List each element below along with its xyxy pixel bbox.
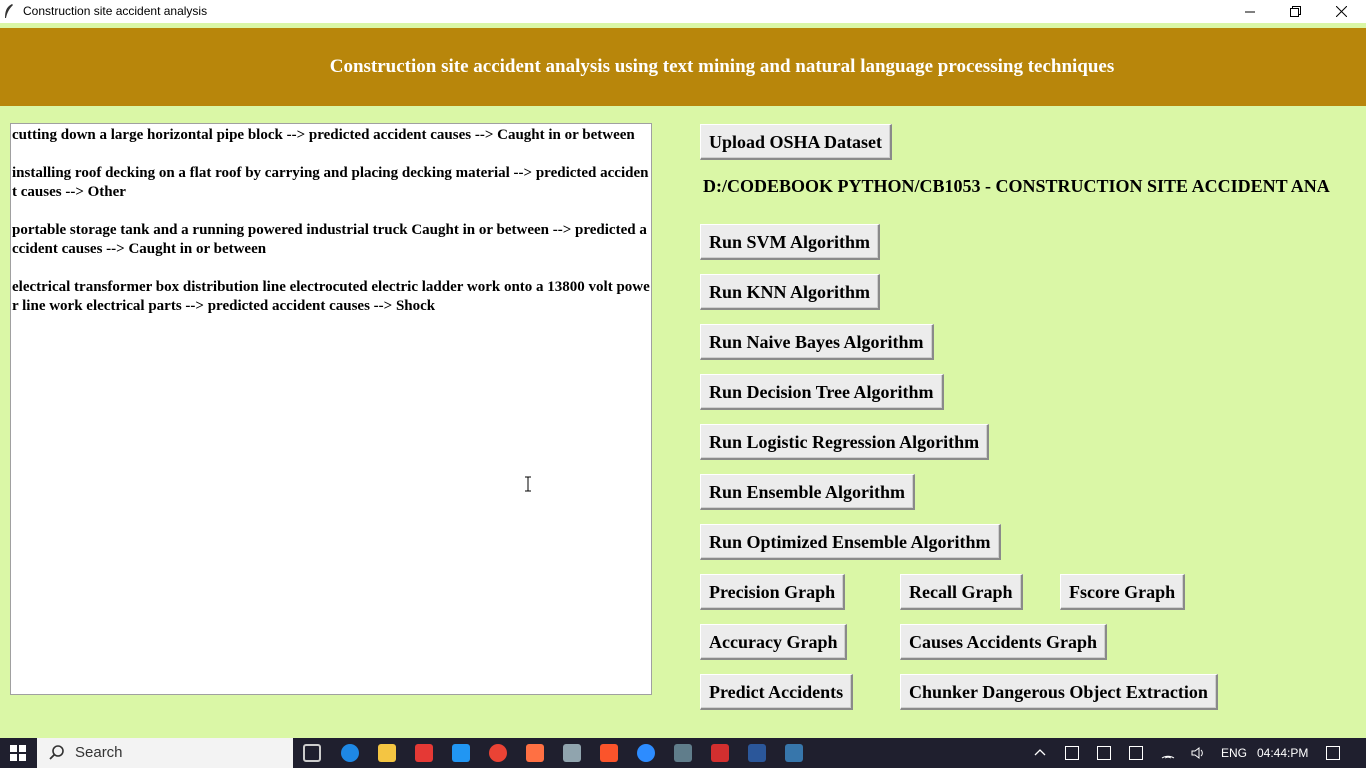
run-logistic-regression-button[interactable]: Run Logistic Regression Algorithm (700, 424, 990, 460)
feather-icon (5, 4, 13, 18)
meet-icon[interactable] (1097, 746, 1111, 760)
taskbar: Search ENG 04:44:PM (0, 738, 1366, 768)
window-titlebar: Construction site accident analysis (0, 0, 1366, 23)
windows-logo-icon (10, 745, 26, 761)
wifi-icon[interactable] (1161, 746, 1175, 760)
chunker-extraction-button[interactable]: Chunker Dangerous Object Extraction (900, 674, 1218, 710)
fscore-graph-button[interactable]: Fscore Graph (1060, 574, 1186, 610)
edge-icon[interactable] (341, 744, 359, 762)
volume-icon[interactable] (1191, 746, 1205, 760)
minimize-button[interactable] (1227, 0, 1273, 23)
output-line: electrical transformer box distribution … (12, 279, 650, 314)
run-knn-button[interactable]: Run KNN Algorithm (700, 274, 881, 310)
chrome-icon[interactable] (489, 744, 507, 762)
pdf-icon[interactable] (711, 744, 729, 762)
clock[interactable]: 04:44:PM (1257, 746, 1308, 760)
output-line: installing roof decking on a flat roof b… (12, 165, 649, 200)
predict-accidents-button[interactable]: Predict Accidents (700, 674, 854, 710)
window-title: Construction site accident analysis (23, 4, 208, 18)
brave-icon[interactable] (600, 744, 618, 762)
python-icon[interactable] (785, 744, 803, 762)
run-svm-button[interactable]: Run SVM Algorithm (700, 224, 881, 260)
word-icon[interactable] (748, 744, 766, 762)
remote-desktop-icon[interactable] (674, 744, 692, 762)
chevron-up-icon[interactable] (1033, 746, 1047, 760)
search-app-icon[interactable] (526, 744, 544, 762)
page-title: Construction site accident analysis usin… (329, 56, 1115, 77)
app-icon[interactable] (563, 744, 581, 762)
close-button[interactable] (1318, 0, 1364, 23)
precision-graph-button[interactable]: Precision Graph (700, 574, 846, 610)
output-line: portable storage tank and a running powe… (12, 222, 647, 257)
minimize-icon (1245, 11, 1255, 12)
store-icon[interactable] (415, 744, 433, 762)
start-button[interactable] (0, 738, 36, 768)
restore-icon (1289, 6, 1301, 17)
restore-button[interactable] (1272, 0, 1318, 23)
output-line: cutting down a large horizontal pipe blo… (12, 127, 635, 143)
notification-icon[interactable] (1326, 746, 1340, 760)
search-label: Search (75, 744, 123, 761)
run-decision-tree-button[interactable]: Run Decision Tree Algorithm (700, 374, 944, 410)
run-optimized-ensemble-button[interactable]: Run Optimized Ensemble Algorithm (700, 524, 1001, 560)
dataset-path-label: D:/CODEBOOK PYTHON/CB1053 - CONSTRUCTION… (703, 176, 1330, 196)
camera-icon[interactable] (1065, 746, 1079, 760)
causes-accidents-graph-button[interactable]: Causes Accidents Graph (900, 624, 1108, 660)
recall-graph-button[interactable]: Recall Graph (900, 574, 1023, 610)
zoom-icon[interactable] (637, 744, 655, 762)
run-naive-bayes-button[interactable]: Run Naive Bayes Algorithm (700, 324, 934, 360)
taskbar-search[interactable]: Search (37, 738, 293, 768)
vscode-icon[interactable] (452, 744, 470, 762)
text-cursor-icon (525, 476, 531, 492)
accuracy-graph-button[interactable]: Accuracy Graph (700, 624, 848, 660)
upload-dataset-button[interactable]: Upload OSHA Dataset (700, 124, 893, 160)
language-indicator[interactable]: ENG (1221, 746, 1247, 760)
run-ensemble-button[interactable]: Run Ensemble Algorithm (700, 474, 916, 510)
search-icon (49, 745, 64, 760)
file-explorer-icon[interactable] (378, 744, 396, 762)
task-view-icon[interactable] (303, 744, 321, 762)
battery-icon[interactable] (1129, 746, 1143, 760)
output-textarea[interactable]: cutting down a large horizontal pipe blo… (10, 123, 652, 695)
close-icon (1335, 6, 1347, 17)
